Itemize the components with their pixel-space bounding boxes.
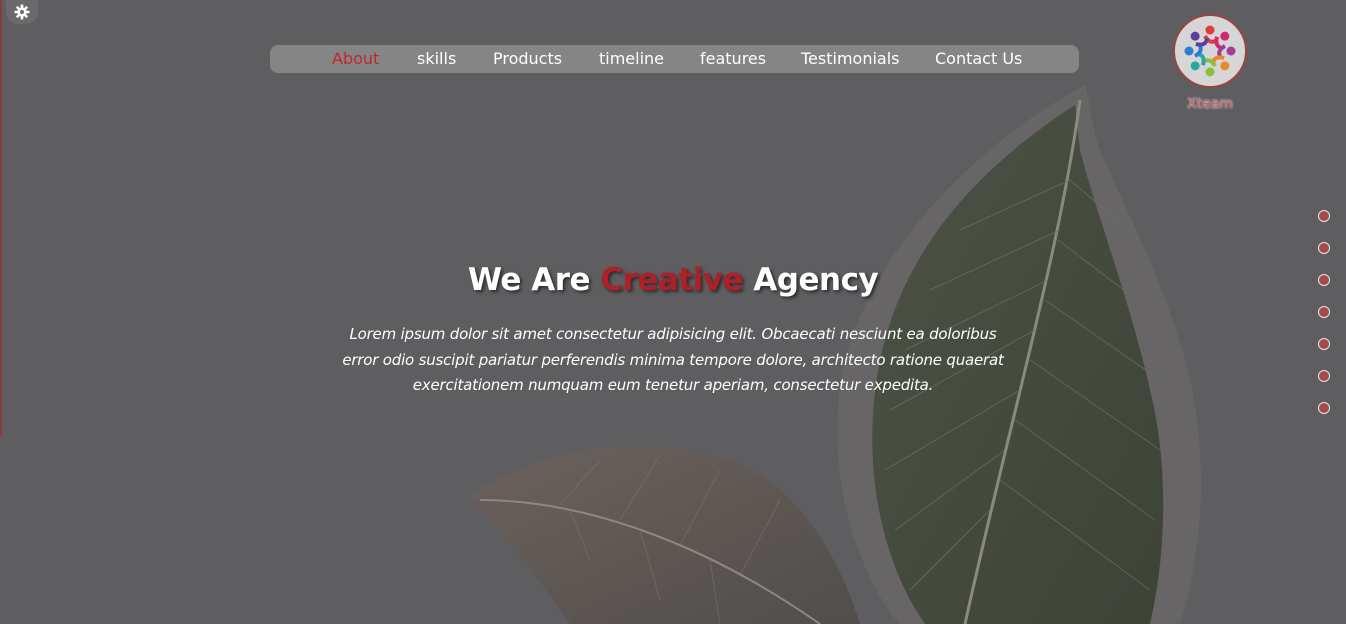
brand-logo[interactable]: Xteam xyxy=(1170,12,1250,116)
nav-link-timeline[interactable]: timeline xyxy=(599,45,664,73)
bullet-products[interactable] xyxy=(1318,274,1330,286)
bullet-timeline[interactable] xyxy=(1318,306,1330,318)
nav-link-about[interactable]: About xyxy=(332,45,379,73)
logo-text: Xteam xyxy=(1187,96,1233,112)
bullet-features[interactable] xyxy=(1318,338,1330,350)
team-icon xyxy=(1184,25,1236,77)
hero-description: Lorem ipsum dolor sit amet consectetur a… xyxy=(342,325,1004,394)
hero-title-before: We Are xyxy=(467,262,591,298)
settings-button[interactable] xyxy=(6,0,38,24)
bullet-about[interactable] xyxy=(1318,210,1330,222)
section-bullets xyxy=(1318,210,1330,434)
bullet-testimonials[interactable] xyxy=(1318,370,1330,382)
left-edge-line xyxy=(0,0,2,436)
bullet-contact[interactable] xyxy=(1318,402,1330,414)
nav-link-skills[interactable]: skills xyxy=(417,45,456,73)
bullet-skills[interactable] xyxy=(1318,242,1330,254)
nav-link-features[interactable]: features xyxy=(700,45,766,73)
gear-icon xyxy=(14,4,30,20)
hero-title-after: Agency xyxy=(753,262,879,298)
main-nav: About skills Products timeline features … xyxy=(270,45,1079,73)
hero-title-accent: Creative xyxy=(600,262,743,298)
hero-background xyxy=(0,0,1346,624)
hero-title: We Are Creative Agency xyxy=(0,262,1346,298)
nav-link-products[interactable]: Products xyxy=(493,45,562,73)
logo-badge xyxy=(1173,14,1247,88)
nav-link-contact-us[interactable]: Contact Us xyxy=(935,45,1022,73)
nav-link-testimonials[interactable]: Testimonials xyxy=(801,45,900,73)
